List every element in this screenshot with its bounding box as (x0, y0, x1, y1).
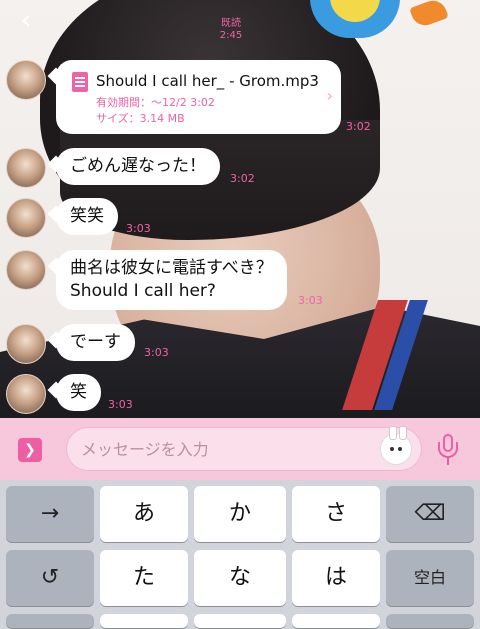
key-backspace[interactable]: ⌫ (386, 486, 474, 542)
key-partial[interactable] (292, 614, 380, 628)
message-time: 3:03 (126, 222, 151, 235)
key-ha[interactable]: は (292, 550, 380, 606)
key-space[interactable]: 空白 (386, 550, 474, 606)
sticker-ears (389, 426, 407, 440)
message-time: 3:02 (346, 120, 371, 133)
chevron-right-icon: › (326, 86, 333, 105)
message-time: 3:03 (108, 398, 133, 411)
message-text-line: 曲名は彼女に電話すべき？ (70, 258, 273, 278)
read-time: 2:45 (219, 30, 243, 41)
key-sa[interactable]: さ (292, 486, 380, 542)
message-bubble[interactable]: 笑笑 (56, 198, 118, 235)
key-next-arrow[interactable]: → (6, 486, 94, 542)
chevron-left-icon: ‹ (20, 3, 32, 36)
read-label: 既読 (221, 18, 241, 29)
key-partial[interactable] (194, 614, 286, 628)
background-sticker (409, 0, 449, 30)
key-na[interactable]: な (194, 550, 286, 606)
input-bar: ❯ (0, 418, 480, 480)
avatar[interactable] (6, 250, 46, 290)
file-message-bubble[interactable]: Should I call her_ - Grom.mp3 有効期間：〜12/2… (56, 60, 341, 134)
avatar[interactable] (6, 198, 46, 238)
key-partial[interactable] (6, 614, 94, 628)
file-icon (72, 72, 88, 92)
file-expiry: 有効期間：〜12/2 3:02 (96, 96, 215, 109)
read-receipt: 既読 2:45 (210, 18, 252, 42)
key-ka[interactable]: か (194, 486, 286, 542)
message-time: 3:03 (298, 294, 323, 307)
microphone-icon[interactable] (436, 434, 460, 466)
message-bubble[interactable]: 笑 (56, 374, 101, 411)
key-partial[interactable] (386, 614, 474, 628)
message-input[interactable] (66, 427, 422, 471)
expand-button[interactable]: ❯ (18, 438, 42, 462)
key-undo[interactable]: ↺ (6, 550, 94, 606)
file-name: Should I call her_ - Grom.mp3 (96, 72, 319, 90)
back-button[interactable]: ‹ (12, 6, 40, 34)
chat-area[interactable]: ‹ 既読 2:45 Should I call her_ - Grom.mp3 … (0, 0, 480, 418)
avatar[interactable] (6, 324, 46, 364)
keyboard: → あ か さ ⌫ ↺ た な は 空白 (0, 480, 480, 629)
sticker-icon[interactable] (380, 426, 412, 465)
key-partial[interactable] (100, 614, 188, 628)
avatar[interactable] (6, 148, 46, 188)
message-bubble[interactable]: でーす (56, 324, 135, 361)
key-ta[interactable]: た (100, 550, 188, 606)
key-a[interactable]: あ (100, 486, 188, 542)
message-time: 3:03 (144, 346, 169, 359)
avatar[interactable] (6, 60, 46, 100)
message-text-line: Should I call her? (70, 281, 216, 301)
file-size: サイズ：3.14 MB (96, 112, 185, 125)
message-time: 3:02 (230, 172, 255, 185)
message-bubble[interactable]: ごめん遅なった！ (56, 148, 220, 185)
chevron-right-icon: ❯ (24, 442, 36, 458)
backspace-icon: ⌫ (414, 501, 446, 526)
undo-icon: ↺ (40, 565, 60, 590)
avatar[interactable] (6, 374, 46, 414)
message-bubble[interactable]: 曲名は彼女に電話すべき？ Should I call her? (56, 250, 287, 310)
